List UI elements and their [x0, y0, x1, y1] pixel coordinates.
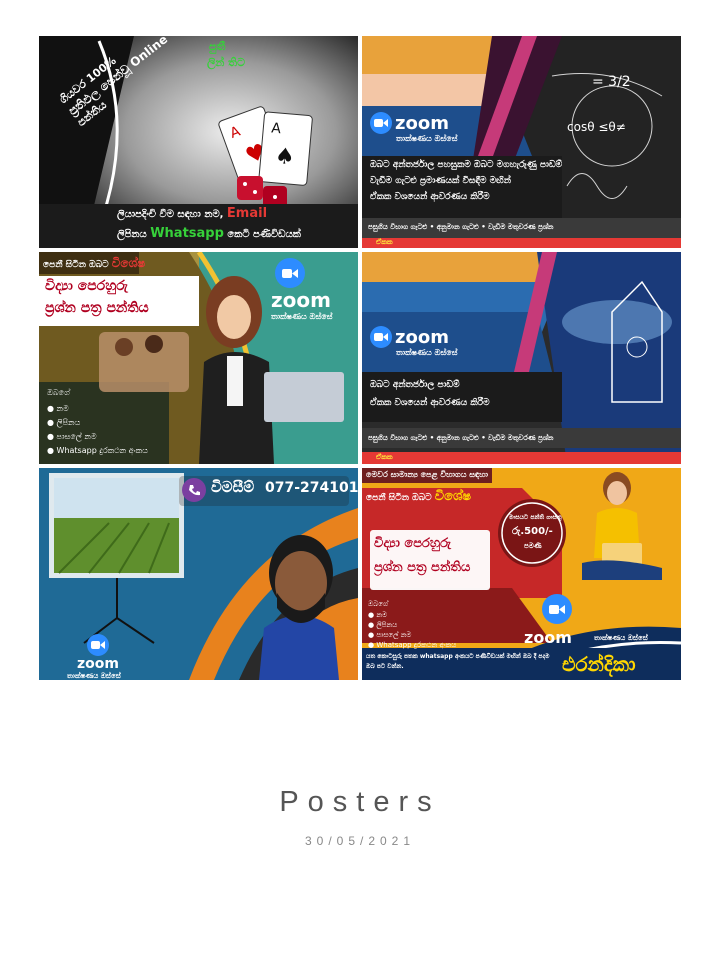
poster-6-list-2: ● ලිපිනය: [368, 621, 398, 629]
poster-4-footer: පසුගිය විභාග ගැටළු • අනුමාන ගැටළු • වැඩි…: [368, 434, 554, 442]
poster-4-badge: ඒකක: [376, 453, 393, 461]
poster-6[interactable]: මෙවර සාමාන්‍ය පෙළ විභාගය සඳහා පෙනී සිටින…: [362, 468, 681, 680]
svg-text:A: A: [271, 120, 282, 137]
poster-5-zoom-word: zoom: [77, 656, 119, 672]
poster-4-zoom-logo: zoom: [370, 326, 449, 348]
poster-3-list-head: ඔබගේ: [47, 388, 70, 397]
poster-6-price-3: පමණි: [524, 542, 542, 550]
poster-1-whatsapp-line: ලිපිනය Whatsapp කෙටි පණිවිඩයක්: [117, 226, 301, 241]
poster-3-tag: පෙනී සිටින ඔබට විශේෂ: [43, 256, 146, 270]
poster-1[interactable]: A ♥ A ♠ පුතී ලින් තිට ගියවර 100% ප්‍රතිඵ…: [39, 36, 358, 248]
poster-3-zoom-sub: තාක්ෂණය ඔස්සේ: [271, 312, 333, 321]
poster-3-title-1: විද්‍යා පෙරහුරු: [45, 278, 128, 294]
album-title: Posters: [279, 786, 441, 818]
poster-1-headline-top2: ලින් තිට: [207, 56, 245, 69]
poster-3-zoom-logo: [275, 258, 305, 288]
video-camera-icon: [370, 112, 392, 134]
poster-5-zoom-sub: තාක්ෂණය ඔස්සේ: [67, 672, 121, 680]
poster-6-title-1: විද්‍යා පෙරහුරු: [374, 536, 451, 551]
poster-4[interactable]: zoom තාක්ෂණය ඔස්සේ ඔබට අන්තර්ජාල පාඩම් ඒ…: [362, 252, 681, 464]
poster-6-bottom-text: යත කොටසුරු පතක whatsapp අංකයට පණිවිඩයක් …: [366, 653, 550, 670]
svg-text:cosθ ≤θ≠: cosθ ≤θ≠: [567, 120, 626, 134]
poster-5[interactable]: විමසීම් 077-2741010 zoom තාක්ෂණය ඔස්සේ: [39, 468, 358, 680]
poster-2-footer: පසුගිය විභාග ගැටළු • අනුමාන ගැටළු • වැඩි…: [368, 223, 554, 231]
poster-2-body-3: ඒකක වශයෙන් ආවරණය කිරීම: [370, 192, 490, 202]
poster-5-contact-label: විමසීම්: [211, 478, 255, 496]
poster-2-badge: ඒකක: [376, 238, 393, 246]
poster-4-zoom-sub: තාක්ෂණය ඔස්සේ: [396, 348, 458, 357]
poster-6-zoom-word: zoom: [524, 628, 572, 647]
poster-3-list-2: ● ලිපිනය: [47, 418, 81, 427]
poster-3-zoom-word: zoom: [271, 288, 331, 312]
poster-5-zoom-camera-icon: [87, 634, 109, 656]
poster-5-phone: 077-2741010: [265, 480, 358, 496]
phone-icon: [182, 478, 206, 502]
poster-6-title-2: ප්‍රශ්න පත්‍ර පන්තිය: [374, 560, 471, 575]
poster-6-list-head: ඔබගේ: [368, 600, 388, 608]
poster-1-headline-top: පුතී: [209, 40, 226, 53]
poster-4-body-2: ඒකක වශයෙන් ආවරණය කිරීම: [370, 398, 490, 408]
video-camera-icon: [370, 326, 392, 348]
poster-3-list-4: ● Whatsapp දුරකථන අංකය: [47, 446, 148, 455]
poster-2-zoom-logo: zoom: [370, 112, 449, 134]
poster-2-body-2: වැඩිම ගැටළු ප්‍රමාණයක් විසඳීම මඟින්: [370, 176, 511, 186]
poster-6-list-3: ● පාසලේ නම: [368, 631, 412, 639]
album-date: 30/05/2021: [304, 834, 416, 848]
poster-2-zoom-sub: තාක්ෂණය ඔස්සේ: [396, 134, 458, 143]
poster-6-zoom-sub: තාක්ෂණය ඔස්සේ: [594, 634, 648, 642]
poster-6-price-1: මාසයට පන්ති ගාස්තු: [509, 514, 562, 521]
poster-2-body-1: ඔබට අන්තර්ජාල පහසුකම ඔබට මගහැරුණු පාඩම්: [370, 160, 563, 170]
poster-2[interactable]: = 3/2 cosθ ≤θ≠ zoom තාක්ෂණය ඔස්සේ ඔබට අන…: [362, 36, 681, 248]
poster-6-list-4: ● Whatsapp දුරකථන අංකය: [368, 641, 457, 649]
poster-1-register-line: ලියාපදිංචි වීම සඳහා නම, Email: [117, 206, 268, 221]
poster-6-tag1: මෙවර සාමාන්‍ය පෙළ විභාගය සඳහා: [366, 470, 489, 479]
svg-text:= 3/2: = 3/2: [592, 74, 631, 90]
video-camera-icon: [275, 258, 305, 288]
poster-6-tag2: පෙනී සිටින ඔබට විශේෂ: [366, 489, 472, 504]
poster-3-list-1: ● නම: [47, 404, 69, 413]
poster-3-title-2: ප්‍රශ්න පත්‍ර පන්තිය: [45, 300, 149, 316]
poster-3[interactable]: පෙනී සිටින ඔබට විශේෂ විද්‍යා පෙරහුරු ප්‍…: [39, 252, 358, 464]
poster-4-art: [362, 252, 681, 464]
svg-text:♠: ♠: [274, 144, 296, 171]
poster-6-zoom-camera-icon: [542, 594, 572, 624]
poster-4-body-1: ඔබට අන්තර්ජාල පාඩම්: [370, 380, 460, 390]
poster-6-name: එරන්දිකා: [562, 652, 636, 676]
poster-3-list-3: ● පාසලේ නම: [47, 432, 97, 441]
poster-6-list-1: ● නම: [368, 611, 388, 619]
poster-6-price-2: රු.500/-: [512, 526, 553, 537]
